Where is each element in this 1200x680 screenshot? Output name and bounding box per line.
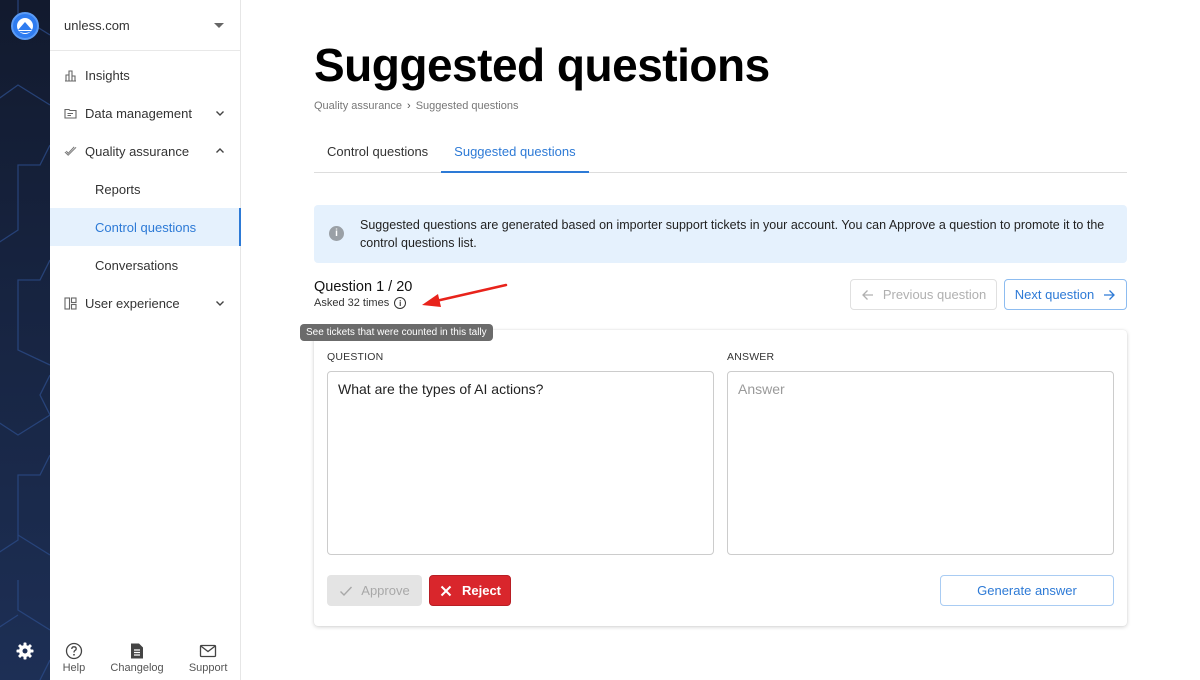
arrow-right-icon [1104, 289, 1116, 300]
breadcrumb-item-quality-assurance[interactable]: Quality assurance [314, 100, 402, 112]
annotation-arrow-icon [422, 283, 508, 307]
answer-input[interactable] [727, 371, 1114, 555]
sidebar-nav: Insights Data management Quality assuran… [50, 56, 241, 322]
reject-label: Reject [461, 583, 502, 598]
close-icon [440, 585, 452, 596]
document-icon [131, 643, 144, 659]
question-header: Question 1 / 20 Asked 32 times i [314, 279, 412, 309]
support-label: Support [188, 662, 228, 674]
page-title: Suggested questions [314, 39, 770, 91]
tab-bar: Control questions Suggested questions [314, 136, 1127, 173]
breadcrumb: Quality assurance › Suggested questions [314, 100, 518, 112]
folder-icon [64, 107, 77, 120]
question-counter: Question 1 / 20 [314, 279, 413, 295]
changelog-link[interactable]: Changelog [110, 642, 164, 674]
caret-down-icon [214, 22, 224, 28]
sidebar-item-label: User experience [85, 295, 180, 311]
sidebar-item-conversations[interactable]: Conversations [50, 246, 240, 284]
sidebar: unless.com Insights Data management Qual… [50, 0, 241, 680]
info-banner-text: Suggested questions are generated based … [360, 218, 1105, 250]
asked-count: Asked 32 times i [314, 297, 412, 309]
sidebar-item-control-questions[interactable]: Control questions [50, 208, 241, 246]
question-card: QUESTION What are the types of AI action… [314, 330, 1127, 626]
sidebar-item-label: Data management [85, 105, 192, 121]
changelog-label: Changelog [110, 662, 164, 674]
next-question-button[interactable]: Next question [1004, 279, 1127, 310]
sidebar-item-label: Conversations [95, 257, 179, 273]
generate-answer-button[interactable]: Generate answer [940, 575, 1114, 606]
previous-question-button[interactable]: Previous question [850, 279, 997, 310]
help-link[interactable]: Help [62, 642, 86, 674]
bar-chart-icon [64, 69, 77, 82]
chevron-down-icon [216, 301, 224, 306]
sidebar-item-insights[interactable]: Insights [50, 56, 240, 94]
reject-button[interactable]: Reject [429, 575, 511, 606]
chevron-down-icon [216, 111, 224, 116]
support-link[interactable]: Support [188, 642, 228, 674]
sidebar-item-reports[interactable]: Reports [50, 170, 240, 208]
hexagon-pattern [0, 0, 50, 680]
generate-answer-label: Generate answer [977, 583, 1077, 598]
layout-icon [64, 296, 77, 310]
mail-icon [199, 644, 217, 658]
arrow-left-icon [861, 289, 873, 300]
gear-icon [16, 642, 34, 660]
logo-icon [17, 18, 33, 34]
tab-control-questions[interactable]: Control questions [314, 136, 441, 172]
previous-question-label: Previous question [882, 287, 987, 302]
approve-label: Approve [361, 583, 410, 598]
info-circle-icon[interactable]: i [394, 297, 407, 309]
sidebar-footer: Help Changelog Support [50, 642, 240, 674]
tooltip: See tickets that were counted in this ta… [300, 324, 493, 341]
question-label: QUESTION [327, 351, 384, 363]
app-logo[interactable] [11, 12, 39, 40]
sidebar-item-data-management[interactable]: Data management [50, 94, 240, 132]
help-icon [65, 642, 83, 660]
app-rail [0, 0, 50, 680]
chevron-up-icon [216, 148, 224, 153]
org-name: unless.com [64, 17, 130, 33]
next-question-label: Next question [1014, 287, 1095, 302]
breadcrumb-separator: › [407, 100, 411, 112]
sidebar-item-label: Insights [85, 67, 130, 83]
approve-button[interactable]: Approve [327, 575, 422, 606]
answer-label: ANSWER [727, 351, 775, 363]
asked-count-text: Asked 32 times [314, 297, 390, 309]
app: unless.com Insights Data management Qual… [0, 0, 1200, 680]
sidebar-item-user-experience[interactable]: User experience [50, 284, 240, 322]
sidebar-item-label: Quality assurance [85, 143, 190, 159]
org-switcher[interactable]: unless.com [50, 0, 240, 51]
sidebar-item-label: Control questions [95, 219, 197, 235]
help-label: Help [62, 662, 86, 674]
check-icon [64, 145, 77, 158]
info-banner: i Suggested questions are generated base… [314, 205, 1127, 263]
tab-suggested-questions[interactable]: Suggested questions [441, 136, 589, 173]
breadcrumb-item-current: Suggested questions [415, 100, 519, 112]
check-icon [340, 586, 353, 596]
info-icon: i [329, 226, 344, 241]
settings-button[interactable] [15, 641, 35, 661]
sidebar-item-label: Reports [95, 181, 141, 197]
question-input[interactable]: What are the types of AI actions? [327, 371, 714, 555]
sidebar-item-quality-assurance[interactable]: Quality assurance [50, 132, 240, 170]
